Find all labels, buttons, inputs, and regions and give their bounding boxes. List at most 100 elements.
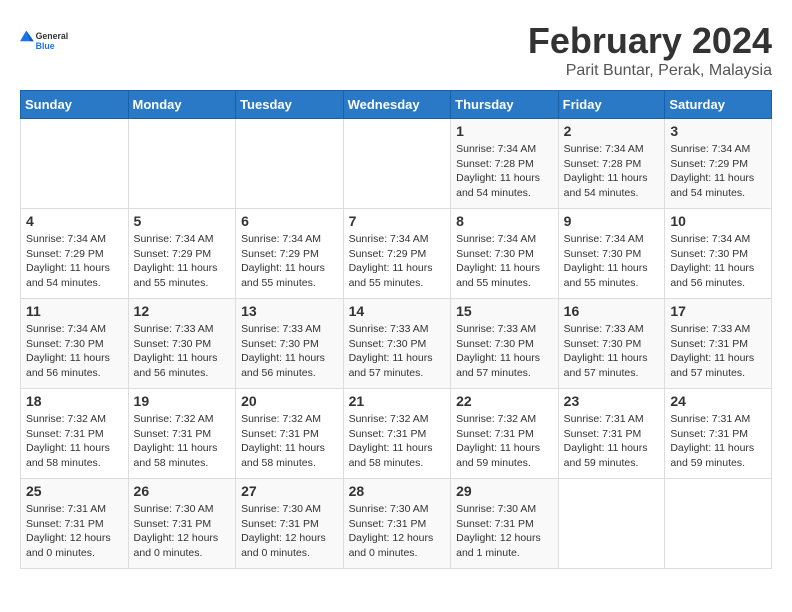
- calendar-week-row: 4 Sunrise: 7:34 AMSunset: 7:29 PMDaylight…: [21, 209, 772, 299]
- day-info: Sunrise: 7:34 AMSunset: 7:29 PMDaylight:…: [134, 232, 231, 291]
- calendar-cell: 17 Sunrise: 7:33 AMSunset: 7:31 PMDayligh…: [665, 299, 772, 389]
- day-number: 4: [26, 213, 123, 229]
- calendar-cell: 19 Sunrise: 7:32 AMSunset: 7:31 PMDayligh…: [128, 389, 236, 479]
- day-number: 8: [456, 213, 553, 229]
- calendar-cell: [236, 119, 344, 209]
- day-of-week-header: Tuesday: [236, 91, 344, 119]
- day-number: 22: [456, 393, 553, 409]
- day-info: Sunrise: 7:33 AMSunset: 7:30 PMDaylight:…: [456, 322, 553, 381]
- day-of-week-header: Friday: [558, 91, 665, 119]
- day-of-week-header: Sunday: [21, 91, 129, 119]
- calendar-cell: 24 Sunrise: 7:31 AMSunset: 7:31 PMDayligh…: [665, 389, 772, 479]
- calendar-cell: 28 Sunrise: 7:30 AMSunset: 7:31 PMDayligh…: [343, 479, 451, 569]
- day-number: 9: [564, 213, 660, 229]
- day-info: Sunrise: 7:30 AMSunset: 7:31 PMDaylight:…: [134, 502, 231, 561]
- title-section: February 2024 Parit Buntar, Perak, Malay…: [528, 20, 772, 80]
- calendar-cell: 6 Sunrise: 7:34 AMSunset: 7:29 PMDaylight…: [236, 209, 344, 299]
- day-info: Sunrise: 7:31 AMSunset: 7:31 PMDaylight:…: [670, 412, 766, 471]
- day-info: Sunrise: 7:34 AMSunset: 7:30 PMDaylight:…: [456, 232, 553, 291]
- day-number: 19: [134, 393, 231, 409]
- day-number: 6: [241, 213, 338, 229]
- calendar-cell: 22 Sunrise: 7:32 AMSunset: 7:31 PMDayligh…: [451, 389, 559, 479]
- day-number: 23: [564, 393, 660, 409]
- day-info: Sunrise: 7:32 AMSunset: 7:31 PMDaylight:…: [456, 412, 553, 471]
- calendar-cell: 8 Sunrise: 7:34 AMSunset: 7:30 PMDaylight…: [451, 209, 559, 299]
- calendar-cell: 11Sunrise: 7:34 AMSunset: 7:30 PMDayligh…: [21, 299, 129, 389]
- day-number: 15: [456, 303, 553, 319]
- day-info: Sunrise: 7:34 AMSunset: 7:29 PMDaylight:…: [241, 232, 338, 291]
- day-number: 29: [456, 483, 553, 499]
- day-number: 2: [564, 123, 660, 139]
- calendar-week-row: 18Sunrise: 7:32 AMSunset: 7:31 PMDayligh…: [21, 389, 772, 479]
- day-info: Sunrise: 7:34 AMSunset: 7:29 PMDaylight:…: [670, 142, 766, 201]
- day-number: 24: [670, 393, 766, 409]
- day-number: 1: [456, 123, 553, 139]
- logo-svg: General Blue: [20, 20, 70, 60]
- day-of-week-header: Saturday: [665, 91, 772, 119]
- calendar-cell: 23 Sunrise: 7:31 AMSunset: 7:31 PMDayligh…: [558, 389, 665, 479]
- calendar-cell: 25 Sunrise: 7:31 AMSunset: 7:31 PMDayligh…: [21, 479, 129, 569]
- calendar-cell: 12Sunrise: 7:33 AMSunset: 7:30 PMDayligh…: [128, 299, 236, 389]
- calendar-cell: [558, 479, 665, 569]
- day-info: Sunrise: 7:34 AMSunset: 7:30 PMDaylight:…: [26, 322, 123, 381]
- logo: General Blue: [20, 20, 70, 60]
- day-info: Sunrise: 7:33 AMSunset: 7:30 PMDaylight:…: [241, 322, 338, 381]
- day-number: 17: [670, 303, 766, 319]
- day-info: Sunrise: 7:30 AMSunset: 7:31 PMDaylight:…: [241, 502, 338, 561]
- day-info: Sunrise: 7:34 AMSunset: 7:28 PMDaylight:…: [564, 142, 660, 201]
- calendar-cell: 7Sunrise: 7:34 AMSunset: 7:29 PMDaylight…: [343, 209, 451, 299]
- day-info: Sunrise: 7:33 AMSunset: 7:30 PMDaylight:…: [564, 322, 660, 381]
- calendar-cell: 26 Sunrise: 7:30 AMSunset: 7:31 PMDayligh…: [128, 479, 236, 569]
- day-info: Sunrise: 7:34 AMSunset: 7:29 PMDaylight:…: [26, 232, 123, 291]
- calendar-cell: 16 Sunrise: 7:33 AMSunset: 7:30 PMDayligh…: [558, 299, 665, 389]
- day-info: Sunrise: 7:33 AMSunset: 7:30 PMDaylight:…: [349, 322, 446, 381]
- calendar-week-row: 1 Sunrise: 7:34 AMSunset: 7:28 PMDaylight…: [21, 119, 772, 209]
- calendar-cell: 29 Sunrise: 7:30 AMSunset: 7:31 PMDayligh…: [451, 479, 559, 569]
- calendar-cell: 1 Sunrise: 7:34 AMSunset: 7:28 PMDaylight…: [451, 119, 559, 209]
- calendar-cell: 20 Sunrise: 7:32 AMSunset: 7:31 PMDayligh…: [236, 389, 344, 479]
- day-number: 21: [349, 393, 446, 409]
- calendar-cell: 27 Sunrise: 7:30 AMSunset: 7:31 PMDayligh…: [236, 479, 344, 569]
- day-number: 25: [26, 483, 123, 499]
- svg-text:General: General: [36, 31, 69, 41]
- day-number: 27: [241, 483, 338, 499]
- day-number: 26: [134, 483, 231, 499]
- day-info: Sunrise: 7:34 AMSunset: 7:30 PMDaylight:…: [670, 232, 766, 291]
- month-title: February 2024: [528, 20, 772, 62]
- calendar-cell: 15 Sunrise: 7:33 AMSunset: 7:30 PMDayligh…: [451, 299, 559, 389]
- page-header: General Blue February 2024 Parit Buntar,…: [20, 20, 772, 80]
- calendar-week-row: 25 Sunrise: 7:31 AMSunset: 7:31 PMDayligh…: [21, 479, 772, 569]
- day-number: 28: [349, 483, 446, 499]
- day-info: Sunrise: 7:31 AMSunset: 7:31 PMDaylight:…: [564, 412, 660, 471]
- day-number: 20: [241, 393, 338, 409]
- day-info: Sunrise: 7:34 AMSunset: 7:28 PMDaylight:…: [456, 142, 553, 201]
- calendar-cell: 4 Sunrise: 7:34 AMSunset: 7:29 PMDaylight…: [21, 209, 129, 299]
- calendar-header-row: SundayMondayTuesdayWednesdayThursdayFrid…: [21, 91, 772, 119]
- day-number: 12: [134, 303, 231, 319]
- calendar-cell: 14Sunrise: 7:33 AMSunset: 7:30 PMDayligh…: [343, 299, 451, 389]
- calendar-cell: 10 Sunrise: 7:34 AMSunset: 7:30 PMDayligh…: [665, 209, 772, 299]
- day-info: Sunrise: 7:30 AMSunset: 7:31 PMDaylight:…: [349, 502, 446, 561]
- location-subtitle: Parit Buntar, Perak, Malaysia: [528, 62, 772, 80]
- calendar-cell: 3Sunrise: 7:34 AMSunset: 7:29 PMDaylight…: [665, 119, 772, 209]
- calendar-cell: 18Sunrise: 7:32 AMSunset: 7:31 PMDayligh…: [21, 389, 129, 479]
- day-number: 13: [241, 303, 338, 319]
- day-info: Sunrise: 7:31 AMSunset: 7:31 PMDaylight:…: [26, 502, 123, 561]
- day-info: Sunrise: 7:30 AMSunset: 7:31 PMDaylight:…: [456, 502, 553, 561]
- svg-text:Blue: Blue: [36, 41, 55, 51]
- day-number: 10: [670, 213, 766, 229]
- calendar-cell: 21 Sunrise: 7:32 AMSunset: 7:31 PMDayligh…: [343, 389, 451, 479]
- calendar-table: SundayMondayTuesdayWednesdayThursdayFrid…: [20, 90, 772, 569]
- day-info: Sunrise: 7:32 AMSunset: 7:31 PMDaylight:…: [26, 412, 123, 471]
- calendar-cell: [343, 119, 451, 209]
- day-number: 16: [564, 303, 660, 319]
- calendar-cell: 5 Sunrise: 7:34 AMSunset: 7:29 PMDaylight…: [128, 209, 236, 299]
- day-info: Sunrise: 7:32 AMSunset: 7:31 PMDaylight:…: [349, 412, 446, 471]
- day-number: 5: [134, 213, 231, 229]
- day-info: Sunrise: 7:32 AMSunset: 7:31 PMDaylight:…: [241, 412, 338, 471]
- calendar-cell: [665, 479, 772, 569]
- day-of-week-header: Wednesday: [343, 91, 451, 119]
- day-info: Sunrise: 7:32 AMSunset: 7:31 PMDaylight:…: [134, 412, 231, 471]
- day-info: Sunrise: 7:33 AMSunset: 7:31 PMDaylight:…: [670, 322, 766, 381]
- day-info: Sunrise: 7:34 AMSunset: 7:30 PMDaylight:…: [564, 232, 660, 291]
